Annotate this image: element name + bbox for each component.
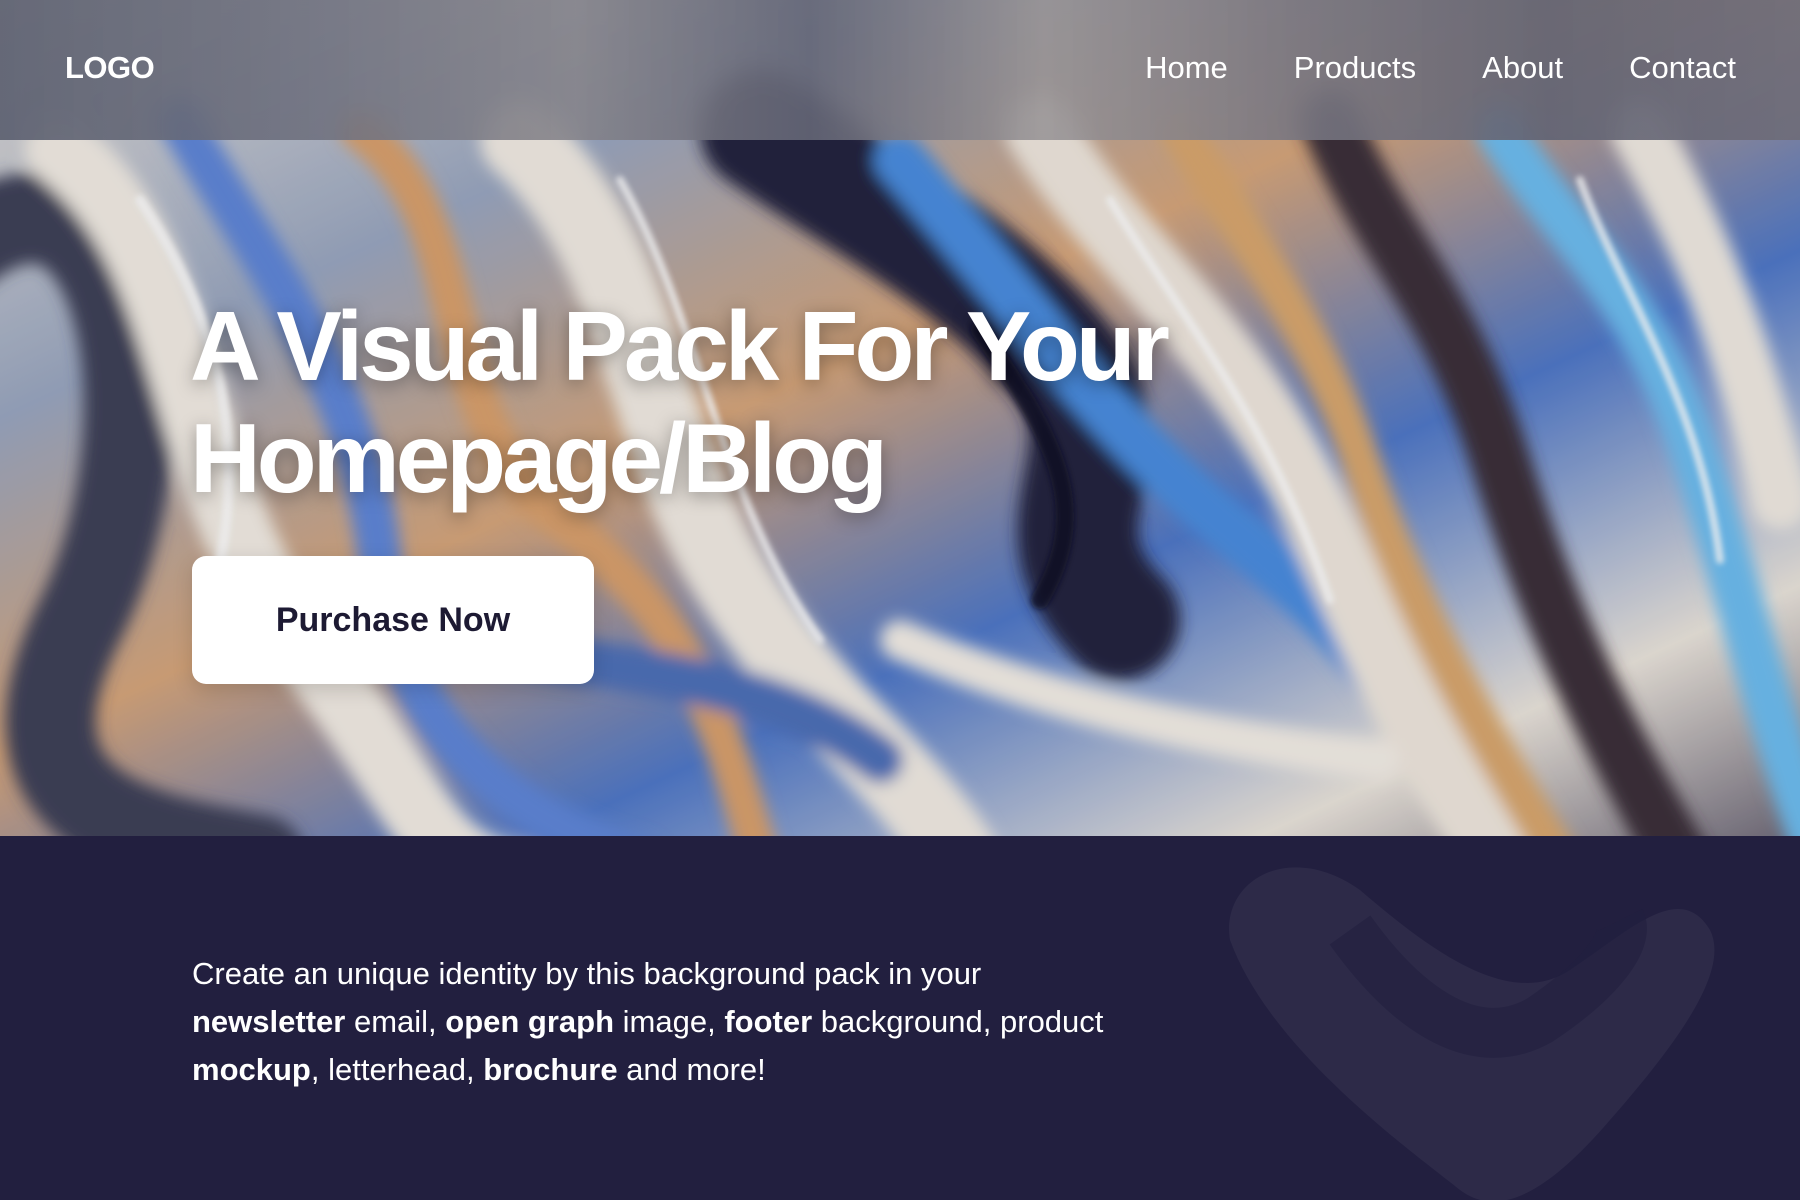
hero-title-line-1: A Visual Pack For Your <box>190 291 1170 401</box>
nav-link-products[interactable]: Products <box>1294 50 1416 86</box>
description-segment: and more! <box>617 1052 766 1087</box>
site-logo[interactable]: LOGO <box>65 50 155 86</box>
description-segment: , letterhead, <box>310 1052 484 1087</box>
description-keyword: newsletter <box>192 1004 346 1039</box>
description-segment: email, <box>345 1004 446 1039</box>
description-segment: image, <box>614 1004 725 1039</box>
description-text: Create an unique identity by this backgr… <box>192 950 1132 1094</box>
description-segment: Create an unique identity by this backgr… <box>192 956 982 991</box>
landing-page: LOGO Home Products About Contact A Visua… <box>0 0 1800 1200</box>
site-header: LOGO Home Products About Contact <box>0 0 1800 140</box>
description-segment: background, product <box>812 1004 1104 1039</box>
description-keyword: footer <box>724 1004 813 1039</box>
decorative-v-shape-icon <box>1229 867 1715 1200</box>
nav-link-contact[interactable]: Contact <box>1629 50 1736 86</box>
description-keyword: mockup <box>192 1052 311 1087</box>
purchase-now-button[interactable]: Purchase Now <box>192 556 594 684</box>
nav-link-home[interactable]: Home <box>1145 50 1228 86</box>
description-keyword: brochure <box>483 1052 618 1087</box>
description-section: Create an unique identity by this backgr… <box>0 836 1800 1200</box>
hero-title-line-2: Homepage/Blog <box>190 403 888 513</box>
hero-title: A Visual Pack For Your Homepage/Blog <box>190 290 1240 514</box>
main-nav: Home Products About Contact <box>1145 50 1736 86</box>
description-keyword: open graph <box>445 1004 615 1039</box>
nav-link-about[interactable]: About <box>1482 50 1563 86</box>
